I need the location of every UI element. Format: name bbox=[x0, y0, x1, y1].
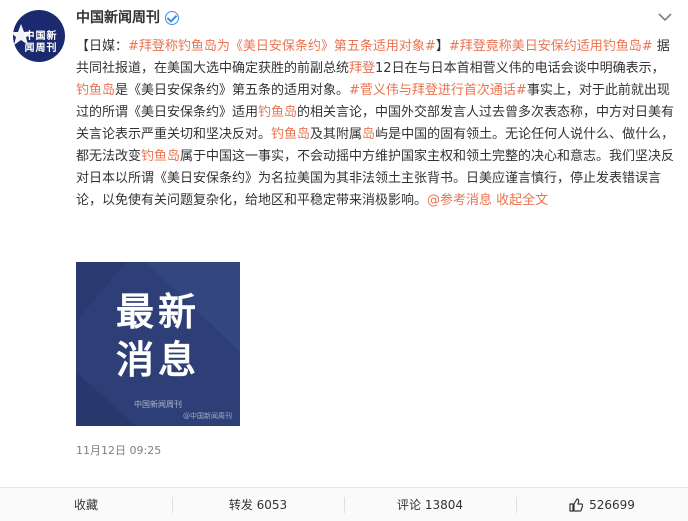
post-text: 【日媒：#拜登称钓鱼岛为《美日安保条约》第五条适用对象#】#拜登竟称美日安保约适… bbox=[76, 36, 676, 212]
keyword-link[interactable]: 拜登 bbox=[349, 61, 375, 76]
author-header: 中国新闻周刊 bbox=[76, 9, 179, 27]
hashtag-link[interactable]: #拜登称钓鱼岛为《美日安保条约》第五条适用对象# bbox=[128, 39, 436, 54]
post-text-segment: 【日媒： bbox=[76, 39, 129, 54]
like-button[interactable]: 526699 bbox=[516, 488, 688, 521]
image-badge: 中国新闻周刊 bbox=[134, 400, 182, 409]
hashtag-link[interactable]: 收起全文 bbox=[496, 193, 548, 208]
hashtag-link[interactable]: @参考消息 bbox=[427, 193, 492, 208]
image-title: 最新 消息 bbox=[76, 288, 240, 384]
weibo-post-card: 中国新闻周刊 中国新闻周刊 【日媒：#拜登称钓鱼岛为《美日安保条约》第五条适用对… bbox=[0, 0, 688, 521]
post-image[interactable]: 最新 消息 中国新闻周刊 @中国新闻周刊 bbox=[76, 262, 240, 426]
favorite-label: 收藏 bbox=[73, 498, 98, 512]
post-text-segment: 】 bbox=[435, 39, 449, 54]
image-watermark: @中国新闻周刊 bbox=[183, 412, 232, 420]
verified-icon bbox=[165, 11, 179, 25]
avatar-label: 中国新闻周刊 bbox=[24, 31, 58, 54]
repost-button[interactable]: 转发 6053 bbox=[172, 488, 344, 521]
keyword-link[interactable]: 钓鱼岛 bbox=[258, 105, 297, 120]
image-title-line1: 最新 bbox=[115, 290, 200, 334]
hashtag-link[interactable]: #拜登竟称美日安保约适用钓鱼岛# bbox=[449, 39, 653, 54]
repost-label: 转发 6053 bbox=[228, 498, 288, 512]
comment-label: 评论 13804 bbox=[397, 498, 463, 512]
author-name[interactable]: 中国新闻周刊 bbox=[76, 9, 160, 27]
favorite-button[interactable]: 收藏 bbox=[0, 488, 172, 521]
keyword-link[interactable]: 钓鱼岛 bbox=[141, 149, 180, 164]
comment-button[interactable]: 评论 13804 bbox=[344, 488, 516, 521]
post-text-segment: 12日在与日本首相菅义伟的电话会谈中明确表示， bbox=[375, 61, 665, 76]
hashtag-link[interactable]: #菅义伟与拜登进行首次通话# bbox=[349, 83, 527, 98]
keyword-link[interactable]: 钓鱼岛 bbox=[76, 83, 115, 98]
thumbs-up-icon bbox=[569, 497, 584, 512]
post-text-segment: 是《美日安保条约》第五条的适用对象。 bbox=[115, 83, 350, 98]
post-timestamp[interactable]: 11月12日 09:25 bbox=[76, 444, 161, 458]
post-text-segment: 及其附属 bbox=[310, 127, 363, 142]
action-bar: 收藏 转发 6053 评论 13804 526699 bbox=[0, 487, 688, 521]
image-title-line2: 消息 bbox=[115, 338, 200, 382]
chevron-down-icon[interactable] bbox=[658, 12, 672, 22]
like-count: 526699 bbox=[589, 497, 635, 512]
keyword-link[interactable]: 钓鱼岛 bbox=[271, 127, 310, 142]
author-avatar[interactable]: 中国新闻周刊 bbox=[13, 10, 65, 62]
keyword-link[interactable]: 岛 bbox=[362, 127, 375, 142]
